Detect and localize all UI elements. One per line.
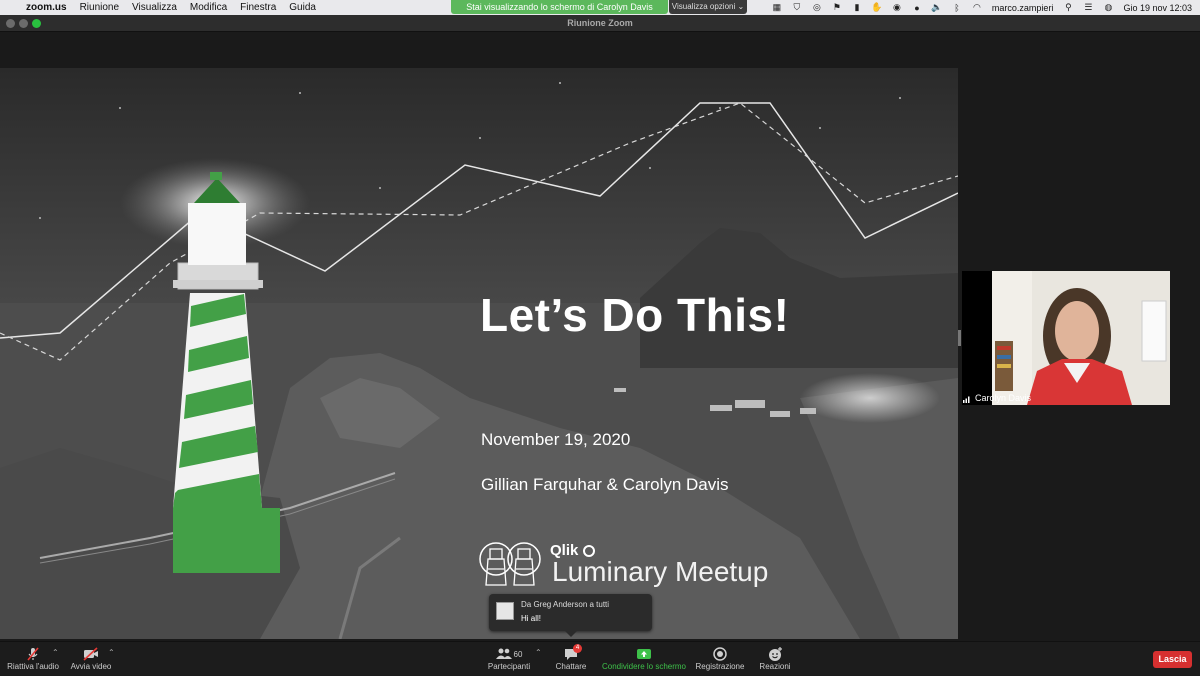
window-titlebar: Riunione Zoom — [0, 15, 1200, 32]
slide-date: November 19, 2020 — [481, 430, 631, 449]
leave-meeting-button[interactable]: Lascia — [1153, 651, 1192, 668]
participants-count: 60 — [513, 649, 523, 659]
avatar — [496, 602, 514, 620]
lighthouses-logo-icon — [479, 542, 541, 586]
share-screen-icon — [637, 649, 651, 659]
share-screen-label: Condividere lo schermo — [601, 662, 687, 671]
window-title: Riunione Zoom — [567, 18, 633, 28]
menu-guida[interactable]: Guida — [289, 0, 316, 15]
view-options-label: Visualizza opzioni — [671, 2, 736, 11]
chat-notification[interactable]: Da Greg Anderson a tutti Hi all! — [489, 594, 652, 637]
wifi-icon[interactable]: ◠ — [972, 2, 982, 13]
menu-modifica[interactable]: Modifica — [190, 0, 227, 15]
slide-title: Let’s Do This! — [480, 289, 790, 341]
view-options-button[interactable]: Visualizza opzioni ⌄ — [669, 0, 747, 14]
unmute-label: Riattiva l'audio — [7, 662, 59, 671]
participants-icon — [495, 648, 512, 659]
chat-button[interactable]: 4 Chattare — [551, 642, 591, 676]
status-username[interactable]: marco.zampieri — [992, 3, 1054, 13]
menu-visualizza[interactable]: Visualizza — [132, 0, 177, 15]
start-video-label: Avvia video — [70, 662, 112, 671]
record-icon — [713, 647, 727, 661]
status-grid-icon[interactable]: ▦ — [772, 2, 782, 13]
share-screen-button[interactable]: Condividere lo schermo — [600, 642, 688, 676]
window-minimize-button[interactable] — [19, 19, 28, 28]
volume-icon[interactable]: 🔈 — [931, 2, 942, 13]
meeting-toolbar: Riattiva l'audio ⌃ Avvia video ⌃ 60 Part… — [0, 641, 1200, 675]
control-center-icon[interactable]: ☰ — [1083, 2, 1093, 13]
reactions-button[interactable]: Reazioni — [756, 642, 794, 676]
record-label: Registrazione — [695, 662, 745, 671]
status-clock: Gio 19 nov 12:03 — [1123, 2, 1192, 13]
participant-video-tile[interactable] — [962, 271, 1170, 405]
chat-unread-badge: 4 — [573, 644, 582, 653]
spiral-icon[interactable]: ◎ — [812, 2, 822, 13]
reactions-label: Reazioni — [759, 662, 791, 671]
battery-device-icon[interactable]: ▮ — [852, 2, 862, 13]
slide-event-name: Luminary Meetup — [552, 556, 769, 587]
hand-icon[interactable]: ✋ — [871, 2, 882, 13]
bluetooth-icon[interactable]: ᛒ — [952, 3, 962, 13]
window-maximize-button[interactable] — [32, 19, 41, 28]
slide-authors: Gillian Farquhar & Carolyn Davis — [481, 475, 729, 494]
participants-options-chevron-icon[interactable]: ⌃ — [535, 648, 542, 657]
chat-message: Hi all! — [521, 614, 542, 623]
record-button[interactable]: Registrazione — [694, 642, 746, 676]
chat-pointer — [565, 631, 577, 637]
panel-resize-handle[interactable] — [958, 330, 961, 346]
screen-share-banner: Stai visualizzando lo schermo di Carolyn… — [451, 0, 668, 14]
color-wheel-icon[interactable]: ● — [912, 3, 922, 13]
search-icon[interactable]: ⚲ — [1063, 2, 1073, 13]
shared-screen-slide: Let’s Do This! November 19, 2020 Gillian… — [0, 68, 958, 639]
audio-options-chevron-icon[interactable]: ⌃ — [52, 648, 59, 657]
siri-icon[interactable]: ◍ — [1103, 2, 1113, 13]
participant-video-feed — [992, 271, 1170, 405]
reactions-smiley-icon — [769, 647, 782, 661]
menu-app-name[interactable]: zoom.us — [26, 0, 67, 15]
status-area: ▦ ⛉ ◎ ⚑ ▮ ✋ ◉ ● 🔈 ᛒ ◠ marco.zampieri ⚲ ☰… — [772, 0, 1192, 15]
compass-icon[interactable]: ◉ — [892, 2, 902, 13]
signal-strength-icon — [963, 396, 970, 403]
shield-icon[interactable]: ⛉ — [792, 2, 802, 13]
participant-name: Carolyn Davis — [975, 393, 1032, 403]
microphone-muted-icon — [27, 647, 39, 661]
menu-finestra[interactable]: Finestra — [240, 0, 276, 15]
meeting-stage: Let’s Do This! November 19, 2020 Gillian… — [0, 33, 1200, 641]
window-close-button[interactable] — [6, 19, 15, 28]
flag-icon[interactable]: ⚑ — [832, 2, 842, 13]
video-options-chevron-icon[interactable]: ⌃ — [108, 648, 115, 657]
participants-label: Partecipanti — [487, 662, 531, 671]
chat-sender: Da Greg Anderson a tutti — [521, 600, 610, 609]
chat-label: Chattare — [555, 662, 587, 671]
menu-riunione[interactable]: Riunione — [80, 0, 119, 15]
participants-button[interactable]: 60 Partecipanti — [484, 642, 534, 676]
video-off-icon — [83, 647, 98, 661]
